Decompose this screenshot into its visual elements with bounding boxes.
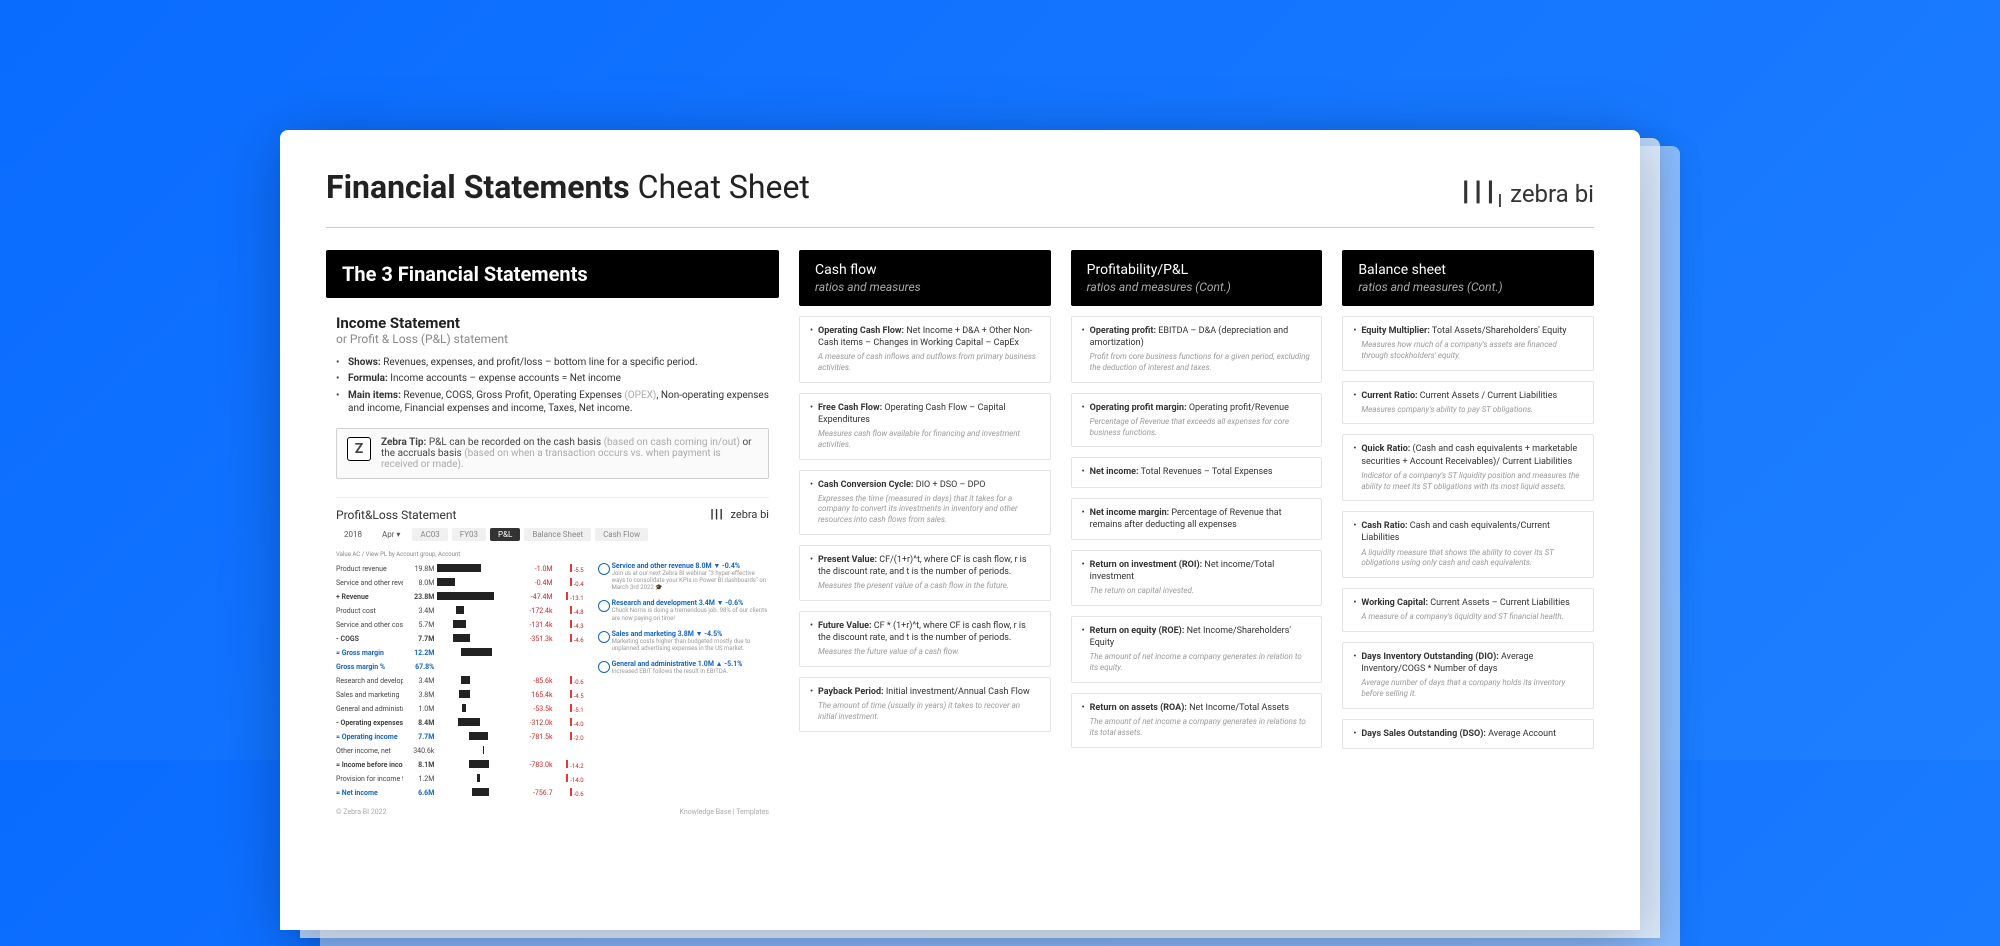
column-balance-sheet: Balance sheet ratios and measures (Cont.… (1342, 250, 1594, 832)
ratio-card: Return on assets (ROA): Net Income/Total… (1071, 693, 1323, 748)
section-header-balance-sheet: Balance sheet ratios and measures (Cont.… (1342, 250, 1594, 306)
page-title: Financial Statements Cheat Sheet (326, 168, 810, 206)
column-statements: The 3 Financial Statements Income Statem… (326, 250, 779, 832)
pl-chart: Profit&Loss Statement ||| zebra bi 2018 … (336, 497, 769, 816)
ratio-card: Current Ratio: Current Assets / Current … (1342, 381, 1594, 425)
pl-table: Product revenue19.8M-1.0M-5.5Service and… (336, 562, 584, 800)
section-header-statements: The 3 Financial Statements (326, 250, 779, 298)
section-header-cashflow: Cash flow ratios and measures (799, 250, 1051, 306)
ratio-card: Days Sales Outstanding (DSO): Average Ac… (1342, 719, 1594, 749)
section-header-profitability: Profitability/P&L ratios and measures (C… (1071, 250, 1323, 306)
ratio-card: Return on equity (ROE): Net Income/Share… (1071, 616, 1323, 683)
ratio-card: Return on investment (ROI): Net income/T… (1071, 550, 1323, 606)
ratio-card: Free Cash Flow: Operating Cash Flow – Ca… (799, 393, 1051, 460)
column-profitability: Profitability/P&L ratios and measures (C… (1071, 250, 1323, 832)
tab: Balance Sheet (524, 528, 591, 541)
ratio-card: Present Value: CF/(1+r)^t, where CF is c… (799, 545, 1051, 601)
ratio-card: Quick Ratio: (Cash and cash equivalents … (1342, 434, 1594, 501)
income-statement-subtitle: or Profit & Loss (P&L) statement (336, 332, 769, 346)
ratio-card: Working Capital: Current Assets – Curren… (1342, 588, 1594, 632)
ratio-card: Operating profit: EBITDA – D&A (deprecia… (1071, 316, 1323, 383)
chart-tab-bar: 2018 Apr ▾ AC03 FY03 P&L Balance Sheet C… (336, 528, 769, 541)
ratio-card: Net income: Total Revenues – Total Expen… (1071, 457, 1323, 487)
bullet-shows: Shows: Revenues, expenses, and profit/lo… (336, 356, 769, 370)
tab: Cash Flow (595, 528, 648, 541)
logo-mark-icon: |||| (1458, 179, 1502, 209)
chart-brand: ||| zebra bi (709, 508, 769, 522)
ratio-card: Equity Multiplier: Total Assets/Sharehol… (1342, 316, 1594, 371)
income-statement-title: Income Statement (336, 314, 769, 332)
ratio-card: Days Inventory Outstanding (DIO): Averag… (1342, 642, 1594, 709)
footer-links: Knowledge Base | Templates (680, 808, 769, 816)
tab-active: P&L (490, 528, 520, 541)
ratio-card: Operating profit margin: Operating profi… (1071, 393, 1323, 448)
chart-annotations: Service and other revenue 8.0M ▼ -0.4%Jo… (598, 562, 769, 800)
zebra-tip-box: Z Zebra Tip: P&L can be recorded on the … (336, 428, 769, 479)
ratio-card: Future Value: CF * (1+r)^t, where CF is … (799, 611, 1051, 667)
ratio-card: Operating Cash Flow: Net Income + D&A + … (799, 316, 1051, 383)
tab: FY03 (452, 528, 486, 541)
brand-name: zebra bi (1510, 180, 1594, 208)
chart-title: Profit&Loss Statement (336, 508, 456, 522)
zebra-icon: Z (347, 437, 371, 461)
page-header: Financial Statements Cheat Sheet |||| ze… (326, 168, 1594, 228)
copyright: © Zebra BI 2022 (336, 808, 387, 816)
year-selector: 2018 (336, 528, 370, 541)
ratio-card: Cash Conversion Cycle: DIO + DSO – DPOEx… (799, 470, 1051, 536)
ratio-card: Payback Period: Initial investment/Annua… (799, 677, 1051, 732)
bullet-formula: Formula: Income accounts – expense accou… (336, 372, 769, 386)
bullet-main-items: Main items: Revenue, COGS, Gross Profit,… (336, 389, 769, 416)
column-cashflow: Cash flow ratios and measures Operating … (799, 250, 1051, 832)
brand-logo: |||| zebra bi (1458, 179, 1594, 209)
ratio-card: Cash Ratio: Cash and cash equivalents/Cu… (1342, 511, 1594, 578)
tab: AC03 (412, 528, 447, 541)
document-page: Financial Statements Cheat Sheet |||| ze… (280, 130, 1640, 930)
ratio-card: Net income margin: Percentage of Revenue… (1071, 498, 1323, 540)
